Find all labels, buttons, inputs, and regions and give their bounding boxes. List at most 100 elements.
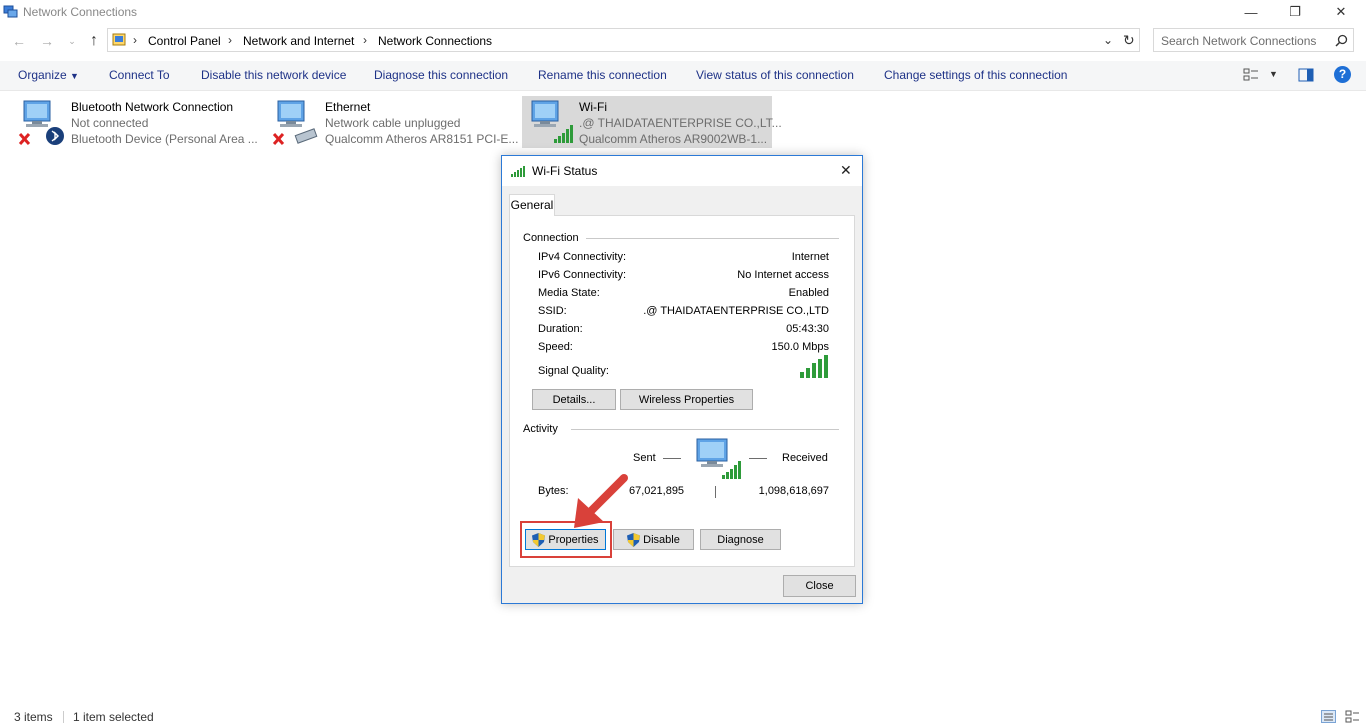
details-view-icon[interactable] (1321, 710, 1336, 723)
diagnose-connection-button[interactable]: Diagnose this connection (374, 68, 508, 82)
connection-device: Bluetooth Device (Personal Area ... (71, 132, 258, 146)
search-icon[interactable] (1335, 34, 1348, 47)
address-dropdown-chevron-icon[interactable]: ⌄ (1103, 33, 1113, 47)
wifi-status-dialog: Wi-Fi Status ✕ General Connection IPv4 C… (501, 155, 863, 604)
maximize-button[interactable]: ❐ (1272, 0, 1318, 24)
chevron-down-icon: ▼ (70, 71, 79, 81)
sent-line (663, 458, 681, 459)
status-bar: 3 items 1 item selected (0, 706, 1366, 728)
ipv4-label: IPv4 Connectivity: (538, 251, 627, 263)
general-tab-panel: Connection IPv4 Connectivity: Internet I… (509, 215, 855, 567)
search-input[interactable]: Search Network Connections (1161, 34, 1316, 48)
connection-name: Wi-Fi (579, 100, 607, 114)
recent-locations-chevron-icon[interactable]: ⌄ (62, 32, 82, 50)
control-panel-icon (112, 33, 126, 46)
bluetooth-network-icon (18, 100, 64, 146)
breadcrumb-separator: › (133, 33, 137, 47)
breadcrumb-separator: › (363, 33, 367, 47)
speed-label: Speed: (538, 341, 573, 353)
connection-item-ethernet[interactable]: Ethernet Network cable unplugged Qualcom… (268, 96, 518, 148)
group-divider (571, 429, 839, 430)
connection-name: Ethernet (325, 100, 371, 114)
view-options-chevron-icon[interactable]: ▼ (1269, 69, 1278, 79)
disable-button[interactable]: Disable (613, 529, 694, 550)
group-divider (586, 238, 839, 239)
media-state-value: Enabled (788, 287, 829, 299)
ipv6-value: No Internet access (737, 269, 829, 281)
connection-status: Not connected (71, 116, 149, 130)
bytes-sent-value: 67,021,895 (629, 485, 685, 497)
annotation-arrow-icon (574, 474, 628, 528)
wireless-properties-button[interactable]: Wireless Properties (620, 389, 753, 410)
ipv4-value: Internet (791, 251, 829, 263)
connection-name: Bluetooth Network Connection (71, 100, 234, 114)
received-label: Received (782, 452, 828, 464)
dialog-title: Wi-Fi Status (532, 164, 598, 178)
ipv6-label: IPv6 Connectivity: (538, 269, 627, 281)
help-icon[interactable]: ? (1334, 66, 1351, 83)
close-button[interactable]: Close (783, 575, 856, 597)
uac-shield-icon (532, 532, 546, 547)
item-count: 3 items (14, 710, 53, 724)
forward-arrow-icon[interactable]: → (37, 32, 57, 50)
media-state-label: Media State: (538, 287, 600, 299)
bytes-divider (715, 486, 716, 498)
breadcrumb-control-panel[interactable]: Control Panel (148, 34, 221, 48)
minimize-button[interactable]: — (1228, 0, 1274, 24)
properties-button[interactable]: Properties (525, 529, 606, 550)
sent-label: Sent (633, 452, 656, 464)
breadcrumb-separator: › (228, 33, 232, 47)
network-activity-icon (696, 438, 741, 479)
rename-connection-button[interactable]: Rename this connection (538, 68, 667, 82)
title-bar: Network Connections — ❐ ✕ (0, 0, 1366, 24)
connection-device: Qualcomm Atheros AR9002WB-1... (579, 132, 768, 146)
duration-label: Duration: (538, 323, 583, 335)
connection-group-header: Connection (523, 232, 579, 244)
refresh-icon[interactable]: ↻ (1123, 32, 1135, 49)
duration-value: 05:43:30 (786, 323, 829, 335)
window-title: Network Connections (23, 5, 138, 19)
wifi-network-icon (531, 100, 573, 143)
signal-quality-label: Signal Quality: (538, 365, 609, 377)
connect-to-button[interactable]: Connect To (109, 68, 170, 82)
connection-status: Network cable unplugged (325, 116, 461, 130)
ethernet-network-icon (272, 100, 318, 146)
close-window-button[interactable]: ✕ (1318, 0, 1364, 24)
large-icons-view-icon[interactable] (1345, 710, 1360, 723)
bytes-label: Bytes: (538, 485, 569, 497)
address-bar[interactable]: › Control Panel › Network and Internet ›… (107, 28, 1140, 52)
details-button[interactable]: Details... (532, 389, 616, 410)
preview-pane-icon[interactable] (1298, 68, 1314, 82)
breadcrumb-network-connections[interactable]: Network Connections (378, 34, 492, 48)
received-line (749, 458, 767, 459)
ssid-label: SSID: (538, 305, 567, 317)
connection-item-wifi[interactable]: Wi-Fi .@ THAIDATAENTERPRISE CO.,LT... Qu… (522, 96, 782, 148)
selection-count: 1 item selected (73, 710, 154, 724)
search-box[interactable]: Search Network Connections (1153, 28, 1354, 52)
breadcrumb-network-and-internet[interactable]: Network and Internet (243, 34, 354, 48)
signal-quality-bars-icon (800, 355, 828, 378)
ssid-value: .@ THAIDATAENTERPRISE CO.,LTD (643, 305, 829, 317)
organize-menu[interactable]: Organize ▼ (18, 68, 79, 82)
dialog-close-icon[interactable]: ✕ (840, 162, 852, 179)
network-connections-icon (3, 5, 18, 18)
change-settings-button[interactable]: Change settings of this connection (884, 68, 1067, 82)
address-row: ← → ⌄ ↑ › Control Panel › Network and In… (0, 28, 1366, 54)
status-divider (63, 711, 64, 723)
connection-device: Qualcomm Atheros AR8151 PCI-E... (325, 132, 519, 146)
connection-item-bluetooth[interactable]: Bluetooth Network Connection Not connect… (14, 96, 258, 148)
bytes-received-value: 1,098,618,697 (758, 485, 829, 497)
dialog-title-bar: Wi-Fi Status ✕ (502, 156, 862, 186)
uac-shield-icon (627, 532, 641, 547)
up-arrow-icon[interactable]: ↑ (84, 32, 104, 50)
change-view-icon[interactable] (1243, 68, 1259, 82)
view-status-button[interactable]: View status of this connection (696, 68, 854, 82)
diagnose-button[interactable]: Diagnose (700, 529, 781, 550)
back-arrow-icon[interactable]: ← (9, 32, 29, 50)
disable-device-button[interactable]: Disable this network device (201, 68, 346, 82)
activity-group-header: Activity (523, 423, 558, 435)
tab-general[interactable]: General (509, 194, 555, 216)
signal-bars-icon (511, 166, 525, 177)
connection-status: .@ THAIDATAENTERPRISE CO.,LT... (579, 116, 782, 130)
speed-value: 150.0 Mbps (771, 341, 829, 353)
